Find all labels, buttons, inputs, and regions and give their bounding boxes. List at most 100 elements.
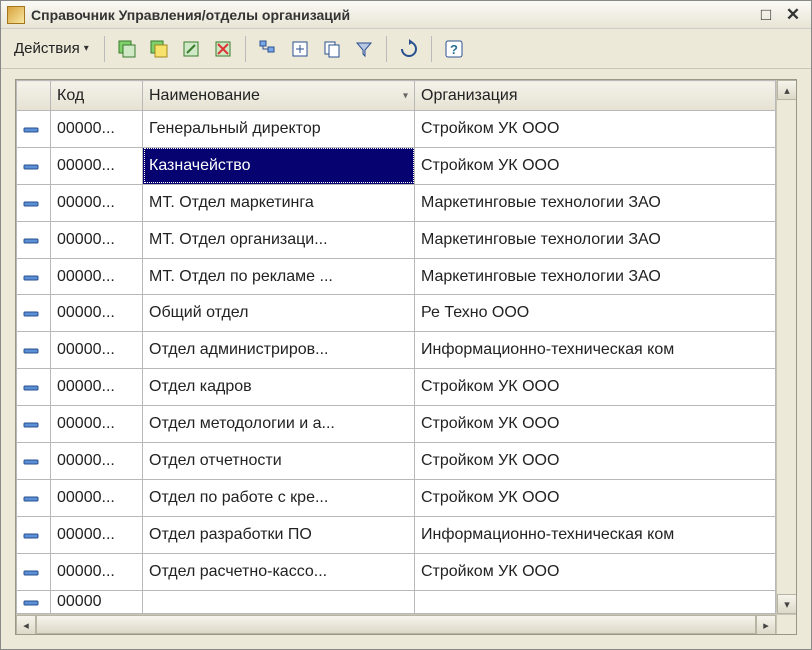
maximize-button[interactable]: □ xyxy=(754,4,778,26)
actions-menu-button[interactable]: Действия ▾ xyxy=(7,34,96,64)
name-cell[interactable]: Генеральный директор xyxy=(143,111,415,148)
row-icon-cell xyxy=(17,479,51,516)
name-cell[interactable]: Отдел администриров... xyxy=(143,332,415,369)
column-header-name[interactable]: Наименование ▾ xyxy=(143,81,415,111)
column-header-name-label: Наименование xyxy=(149,87,260,104)
name-cell[interactable]: МТ. Отдел по рекламе ... xyxy=(143,258,415,295)
name-cell[interactable]: МТ. Отдел маркетинга xyxy=(143,184,415,221)
table-row[interactable]: 00000...Отдел отчетностиСтройком УК ООО xyxy=(17,443,776,480)
table-row[interactable]: 00000...МТ. Отдел по рекламе ...Маркетин… xyxy=(17,258,776,295)
org-cell[interactable]: Маркетинговые технологии ЗАО xyxy=(415,221,776,258)
item-icon xyxy=(23,457,41,465)
org-cell[interactable]: Стройком УК ООО xyxy=(415,111,776,148)
add-item-button[interactable] xyxy=(113,35,141,63)
code-cell[interactable]: 00000... xyxy=(51,332,143,369)
close-button[interactable]: ✕ xyxy=(781,4,805,26)
scroll-left-button[interactable]: ◂ xyxy=(16,615,36,635)
window-title: Справочник Управления/отделы организаций xyxy=(31,7,751,23)
code-cell[interactable]: 00000... xyxy=(51,369,143,406)
scroll-track[interactable] xyxy=(777,100,796,594)
toolbar: Действия ▾ xyxy=(1,29,811,69)
org-cell[interactable]: Стройком УК ООО xyxy=(415,369,776,406)
name-cell[interactable]: Отдел отчетности xyxy=(143,443,415,480)
table-row[interactable]: 00000...Отдел по работе с кре...Стройком… xyxy=(17,479,776,516)
code-cell[interactable]: 00000 xyxy=(51,590,143,613)
add-group-button[interactable] xyxy=(145,35,173,63)
item-icon xyxy=(23,199,41,207)
table-row[interactable]: 00000 xyxy=(17,590,776,613)
mark-delete-button[interactable] xyxy=(209,35,237,63)
code-cell[interactable]: 00000... xyxy=(51,147,143,184)
filter-button[interactable] xyxy=(350,35,378,63)
name-cell[interactable]: Казначейство xyxy=(143,147,415,184)
org-cell[interactable]: Информационно-техническая ком xyxy=(415,332,776,369)
code-cell[interactable]: 00000... xyxy=(51,443,143,480)
edit-button[interactable] xyxy=(177,35,205,63)
org-cell[interactable]: Стройком УК ООО xyxy=(415,147,776,184)
code-cell[interactable]: 00000... xyxy=(51,221,143,258)
svg-text:?: ? xyxy=(450,42,458,57)
code-cell[interactable]: 00000... xyxy=(51,479,143,516)
name-cell[interactable]: МТ. Отдел организаци... xyxy=(143,221,415,258)
scroll-corner xyxy=(776,615,796,635)
column-header-icon[interactable] xyxy=(17,81,51,111)
table-row[interactable]: 00000...МТ. Отдел организаци...Маркетинг… xyxy=(17,221,776,258)
grid-wrap: Код Наименование ▾ Организация 00000...Г… xyxy=(16,80,796,614)
org-cell[interactable]: Информационно-техническая ком xyxy=(415,516,776,553)
table-row[interactable]: 00000...Отдел расчетно-кассо...Стройком … xyxy=(17,553,776,590)
org-cell[interactable]: Ре Техно ООО xyxy=(415,295,776,332)
toolbar-separator xyxy=(431,36,432,62)
mark-delete-icon xyxy=(213,39,233,59)
code-cell[interactable]: 00000... xyxy=(51,516,143,553)
scroll-track[interactable] xyxy=(36,615,756,634)
name-cell[interactable]: Отдел разработки ПО xyxy=(143,516,415,553)
table-row[interactable]: 00000...Отдел разработки ПОИнформационно… xyxy=(17,516,776,553)
code-cell[interactable]: 00000... xyxy=(51,258,143,295)
move-group-icon xyxy=(290,39,310,59)
item-icon xyxy=(23,346,41,354)
table-row[interactable]: 00000...Общий отделРе Техно ООО xyxy=(17,295,776,332)
org-cell[interactable] xyxy=(415,590,776,613)
column-header-code[interactable]: Код xyxy=(51,81,143,111)
table-row[interactable]: 00000...Отдел методологии и а...Стройком… xyxy=(17,406,776,443)
table-row[interactable]: 00000...Отдел администриров...Информацио… xyxy=(17,332,776,369)
move-group-button[interactable] xyxy=(286,35,314,63)
scroll-thumb[interactable] xyxy=(36,615,756,634)
help-button[interactable]: ? xyxy=(440,35,468,63)
name-cell[interactable]: Общий отдел xyxy=(143,295,415,332)
table-row[interactable]: 00000...МТ. Отдел маркетингаМаркетинговы… xyxy=(17,184,776,221)
org-cell[interactable]: Стройком УК ООО xyxy=(415,553,776,590)
column-header-org[interactable]: Организация xyxy=(415,81,776,111)
item-icon xyxy=(23,309,41,317)
code-cell[interactable]: 00000... xyxy=(51,406,143,443)
name-cell[interactable]: Отдел методологии и а... xyxy=(143,406,415,443)
row-icon-cell xyxy=(17,258,51,295)
org-cell[interactable]: Маркетинговые технологии ЗАО xyxy=(415,184,776,221)
table-row[interactable]: 00000...КазначействоСтройком УК ООО xyxy=(17,147,776,184)
name-cell[interactable] xyxy=(143,590,415,613)
vertical-scrollbar[interactable]: ▴ ▾ xyxy=(776,80,796,614)
code-cell[interactable]: 00000... xyxy=(51,184,143,221)
org-cell[interactable]: Стройком УК ООО xyxy=(415,443,776,480)
copy-button[interactable] xyxy=(318,35,346,63)
hierarchy-button[interactable] xyxy=(254,35,282,63)
name-cell[interactable]: Отдел расчетно-кассо... xyxy=(143,553,415,590)
data-grid[interactable]: Код Наименование ▾ Организация 00000...Г… xyxy=(16,80,776,614)
refresh-button[interactable] xyxy=(395,35,423,63)
org-cell[interactable]: Стройком УК ООО xyxy=(415,479,776,516)
horizontal-scrollbar[interactable]: ◂ ▸ xyxy=(16,614,796,634)
scroll-down-button[interactable]: ▾ xyxy=(777,594,796,614)
name-cell[interactable]: Отдел кадров xyxy=(143,369,415,406)
scroll-right-button[interactable]: ▸ xyxy=(756,615,776,635)
code-cell[interactable]: 00000... xyxy=(51,553,143,590)
row-icon-cell xyxy=(17,369,51,406)
code-cell[interactable]: 00000... xyxy=(51,111,143,148)
name-cell[interactable]: Отдел по работе с кре... xyxy=(143,479,415,516)
scroll-up-button[interactable]: ▴ xyxy=(777,80,796,100)
table-row[interactable]: 00000...Генеральный директорСтройком УК … xyxy=(17,111,776,148)
code-cell[interactable]: 00000... xyxy=(51,295,143,332)
org-cell[interactable]: Маркетинговые технологии ЗАО xyxy=(415,258,776,295)
add-group-icon xyxy=(149,39,169,59)
org-cell[interactable]: Стройком УК ООО xyxy=(415,406,776,443)
table-row[interactable]: 00000...Отдел кадровСтройком УК ООО xyxy=(17,369,776,406)
